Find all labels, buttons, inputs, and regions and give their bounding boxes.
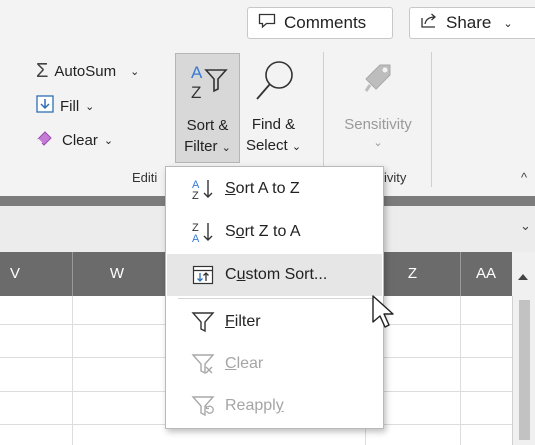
label-part: S [225,223,236,240]
menu-item-sort-z-to-a[interactable]: ZA Sort Z to A [167,211,382,253]
menu-separator [178,298,373,299]
custom-sort-icon [191,263,215,287]
fill-label: Fill [60,97,80,115]
menu-item-label: Sort Z to A [225,223,301,241]
label-part: ort A to Z [235,180,300,197]
sort-filter-label-line2-wrap: Filter ⌄ [176,137,239,158]
scroll-up-icon [518,274,528,280]
fill-button[interactable]: Fill ⌄ [36,95,94,117]
scroll-up-area[interactable] [512,252,535,296]
column-header-aa[interactable]: AA [460,252,512,296]
svg-text:A: A [192,233,200,244]
column-line [460,296,461,445]
scrollbar-thumb[interactable] [519,300,530,440]
chevron-down-icon: ⌄ [130,66,140,78]
share-button[interactable]: Share ⌄ [409,7,535,39]
find-select-label-line2-wrap: Select ⌄ [241,136,306,157]
label-part: Reappl [225,397,276,414]
menu-item-label: Filter [225,313,261,331]
group-separator [431,52,432,187]
column-line [72,296,73,445]
sensitivity-label: Sensitivity [344,116,412,133]
sensitivity-tag-icon [360,59,396,103]
menu-item-label: Reapply [225,397,284,415]
find-select-button[interactable]: Find & Select ⌄ [241,53,306,163]
menu-item-label: Sort A to Z [225,180,300,198]
menu-item-label: Custom Sort... [225,266,327,284]
chevron-down-icon: ⌄ [291,141,302,153]
clear-filter-icon [191,352,215,376]
svg-text:Z: Z [191,83,201,102]
column-header-w[interactable]: W [72,252,162,296]
sort-filter-label-line2: Filter [184,138,218,155]
accelerator-key: S [225,180,236,197]
sort-filter-menu: AZ Sort A to Z ZA Sort Z to A Custom Sor… [165,166,384,429]
svg-text:A: A [191,63,203,82]
filter-icon [191,310,215,334]
expand-formula-bar-icon[interactable]: ⌄ [520,218,531,234]
column-header-v[interactable]: V [0,252,30,296]
share-icon [420,12,438,34]
sort-a-to-z-icon: AZ [191,177,215,201]
accelerator-key: o [235,223,245,240]
sort-filter-icon: A Z [186,60,230,108]
sort-z-to-a-icon: ZA [191,220,215,244]
chevron-down-icon: ⌄ [373,137,383,149]
menu-item-clear[interactable]: Clear [167,343,382,385]
sort-filter-label-line1: Sort & [186,117,229,134]
find-select-label-line1: Find & [251,116,296,133]
menu-item-custom-sort[interactable]: Custom Sort... [167,254,382,296]
sort-filter-button[interactable]: A Z Sort & Filter ⌄ [175,53,240,163]
sensitivity-button[interactable]: Sensitivity ⌄ [330,53,426,163]
chevron-down-icon: ⌄ [221,142,231,154]
chevron-down-icon: ⌄ [503,17,513,30]
label-part: C [225,266,237,283]
find-select-label-line2: Select [245,137,288,154]
autosum-label: AutoSum [54,63,117,80]
label-part: stom Sort... [245,266,328,283]
mouse-pointer-icon [371,294,397,335]
comments-button[interactable]: Comments [247,7,393,39]
clear-label: Clear [62,131,98,149]
menu-item-reapply[interactable]: Reapply [167,385,382,427]
eraser-icon [36,130,56,150]
magnifier-icon [253,57,297,107]
comment-icon [258,13,276,34]
chevron-down-icon: ⌄ [103,134,114,147]
chevron-down-icon: ⌄ [85,100,95,113]
collapse-ribbon-icon[interactable]: ^ [521,170,527,185]
label-part: rt Z to A [244,223,301,240]
autosum-button[interactable]: Σ AutoSum ⌄ [36,60,139,83]
label-part: ilter [234,313,261,330]
vertical-scrollbar[interactable] [512,296,535,445]
accelerator-key: F [225,313,235,330]
sensitivity-group-label: ivity [384,170,407,185]
accelerator-key: C [225,355,237,372]
label-part: lear [236,355,264,372]
menu-item-sort-a-to-z[interactable]: AZ Sort A to Z [167,168,382,210]
fill-down-icon [36,95,54,117]
clear-button[interactable]: Clear ⌄ [36,130,113,150]
editing-group-label: Editi [132,170,158,185]
menu-item-label: Clear [225,355,263,373]
share-label: Share [446,13,492,32]
accelerator-key: y [275,397,284,414]
svg-text:Z: Z [192,190,199,201]
menu-item-filter[interactable]: Filter [167,301,382,343]
sigma-icon: Σ [36,60,49,82]
reapply-filter-icon [191,394,215,418]
comments-label: Comments [284,13,367,32]
